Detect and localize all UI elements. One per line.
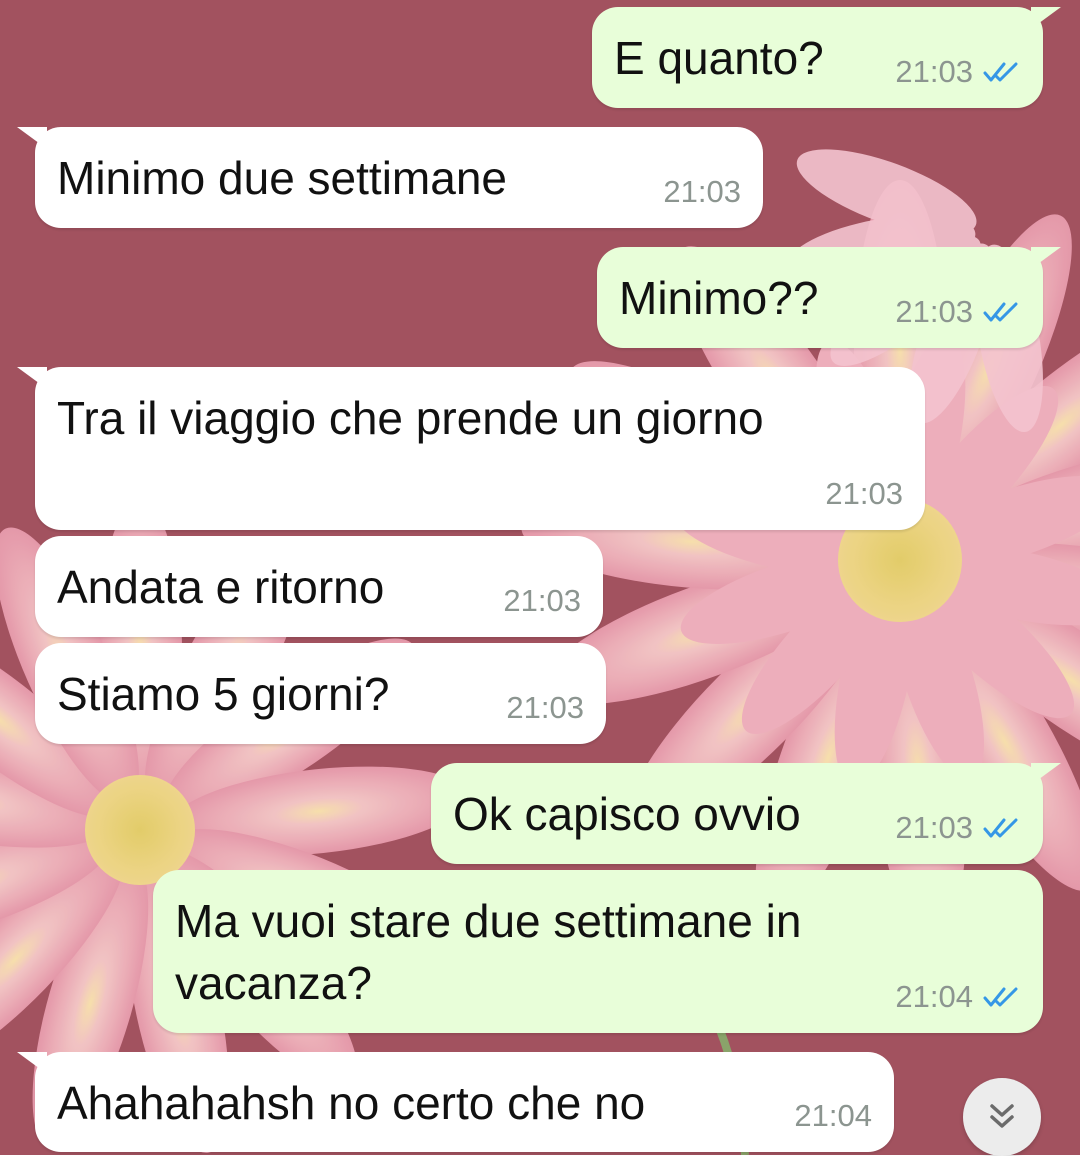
message-bubble-outgoing[interactable]: Minimo?? 21:03 [597,247,1061,348]
double-check-read-icon [983,62,1018,82]
message-time: 21:03 [503,583,581,618]
double-check-read-icon [983,302,1018,322]
message-meta: 21:03 [895,54,1021,90]
message-text: Stiamo 5 giorni? [57,668,390,720]
message-text: Andata e ritorno [57,561,385,613]
message-time: 21:03 [895,294,973,329]
message-bubble-outgoing[interactable]: Ma vuoi stare due settimane in vacanza? … [153,870,1043,1033]
message-meta: 21:04 [895,979,1021,1015]
double-check-read-icon [983,818,1018,838]
message-time: 21:03 [825,476,903,511]
message-meta: 21:03 [503,583,581,619]
message-text: Minimo?? [619,272,819,324]
message-text: Tra il viaggio che prende un giorno [57,392,764,444]
message-time: 21:04 [895,979,973,1014]
message-meta: 21:03 [506,690,584,726]
scroll-to-bottom-button[interactable] [963,1078,1041,1156]
message-time: 21:03 [663,174,741,209]
message-meta: 21:03 [895,810,1021,846]
message-meta: 21:03 [663,174,741,210]
double-check-read-icon [983,987,1018,1007]
bubble-tail [1031,7,1061,29]
message-time: 21:03 [895,810,973,845]
message-text: Ok capisco ovvio [453,788,801,840]
message-meta: 21:04 [794,1098,872,1134]
bubble-tail [1031,763,1061,785]
message-bubble-incoming[interactable]: Ahahahahsh no certo che no 21:04 [17,1052,894,1152]
message-time: 21:03 [895,54,973,89]
message-bubble-incoming[interactable]: Tra il viaggio che prende un giorno 21:0… [17,367,925,530]
message-meta: 21:03 [895,294,1021,330]
message-bubble-incoming[interactable]: Andata e ritorno 21:03 [35,536,603,637]
message-time: 21:04 [794,1098,872,1133]
message-text: Ahahahahsh no certo che no [57,1077,646,1129]
bubble-tail [17,127,47,149]
bubble-tail [17,367,47,389]
bubble-tail [17,1052,47,1074]
message-bubble-incoming[interactable]: Minimo due settimane 21:03 [17,127,763,228]
bubble-tail [1031,247,1061,269]
message-meta: 21:03 [825,476,903,512]
message-text: Ma vuoi stare due settimane in vacanza? [175,895,802,1009]
message-bubble-incoming[interactable]: Stiamo 5 giorni? 21:03 [35,643,606,744]
message-bubble-outgoing[interactable]: E quanto? 21:03 [592,7,1061,108]
message-bubble-outgoing[interactable]: Ok capisco ovvio 21:03 [431,763,1061,864]
chevron-double-down-icon [990,1104,1014,1128]
message-text: Minimo due settimane [57,152,507,204]
message-text: E quanto? [614,32,824,84]
message-time: 21:03 [506,690,584,725]
